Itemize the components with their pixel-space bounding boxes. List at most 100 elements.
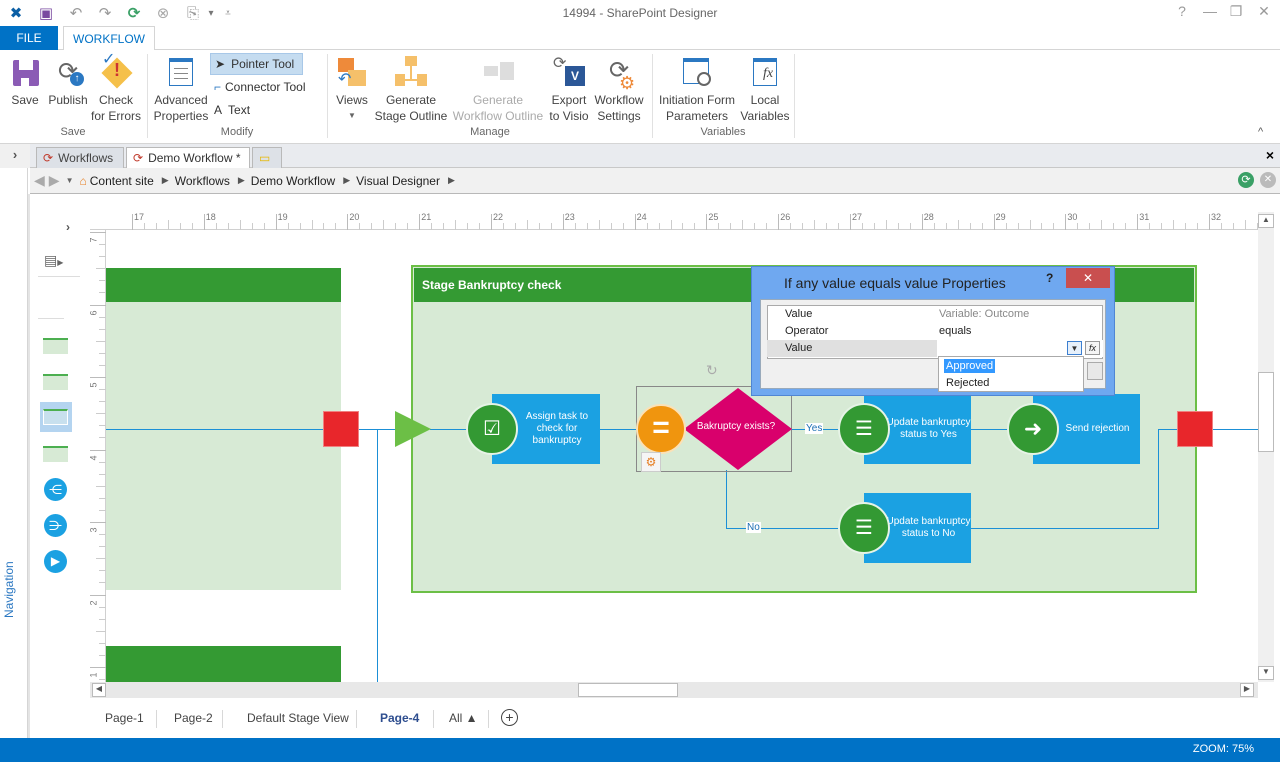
page-tab-all[interactable]: All ▲ <box>449 711 478 725</box>
horizontal-scroll-thumb[interactable] <box>578 683 678 697</box>
stop-icon[interactable]: ✕ <box>1260 172 1276 188</box>
navigation-label[interactable]: Navigation <box>2 548 16 618</box>
property-row-selected[interactable]: Value ▼ fx <box>767 340 1103 357</box>
breadcrumb-separator[interactable]: ▶ <box>238 175 245 186</box>
ruler-label: 31 <box>1139 212 1150 222</box>
new-tab-button[interactable]: ▭ <box>252 147 282 168</box>
shapes-menu-icon[interactable]: ▤▶ <box>44 252 63 269</box>
horizontal-scrollbar[interactable]: ◀ ▶ <box>90 682 1258 698</box>
minimize-button[interactable]: — <box>1198 3 1222 21</box>
task-icon[interactable]: ☑ <box>466 403 518 455</box>
stage-end-shape[interactable] <box>323 411 359 447</box>
scroll-left-button[interactable]: ◀ <box>92 683 106 697</box>
save-button[interactable]: Save <box>6 54 44 108</box>
stage-shape[interactable] <box>43 446 68 462</box>
breadcrumb-item[interactable]: Demo Workflow <box>251 174 335 188</box>
doc-tab-demo-workflow[interactable]: ⟳ Demo Workflow * <box>126 147 250 168</box>
previous-stage-header[interactable] <box>106 268 341 302</box>
close-button[interactable]: ✕ <box>1252 3 1276 21</box>
condition-settings-icon[interactable]: ⚙ <box>641 452 661 472</box>
navigation-pane[interactable]: Navigation <box>0 168 28 738</box>
pointer-tool-button[interactable]: ➤ Pointer Tool <box>210 53 303 75</box>
check-for-errors-button[interactable]: ! ✓ Check for Errors <box>90 52 142 124</box>
breadcrumb-item[interactable]: Visual Designer <box>356 174 440 188</box>
publish-button[interactable]: ⟳ ↑ Publish <box>46 54 90 108</box>
ruler-label: 30 <box>1067 212 1078 222</box>
page-tab-page-1[interactable]: Page-1 <box>105 711 144 725</box>
send-email-icon[interactable]: ➜ <box>1007 403 1059 455</box>
breadcrumb-item[interactable]: ⌂ Content site <box>79 174 153 188</box>
ruler-tick <box>921 214 923 230</box>
text-tool-button[interactable]: A Text <box>210 99 270 121</box>
stage-shape[interactable] <box>43 374 68 390</box>
group-label-modify: Modify <box>220 126 254 138</box>
connector-icon: ⌐ <box>214 80 222 94</box>
scroll-right-button[interactable]: ▶ <box>1240 683 1254 697</box>
forward-button[interactable]: ▶ <box>49 172 60 189</box>
rotate-handle-icon[interactable]: ↻ <box>706 362 718 379</box>
option-rejected[interactable]: Rejected <box>946 376 989 390</box>
dialog-help-button[interactable]: ? <box>1046 271 1053 285</box>
update-list-icon[interactable]: ☰ <box>838 403 890 455</box>
update-list-icon[interactable]: ☰ <box>838 502 890 554</box>
equals-icon[interactable]: = <box>636 404 686 454</box>
back-button[interactable]: ◀ <box>34 172 45 189</box>
stage-end-shape[interactable] <box>1177 411 1213 447</box>
stage-start-shape[interactable] <box>395 411 431 447</box>
connector-tool-button[interactable]: ⌐ Connector Tool <box>210 76 320 98</box>
advanced-properties-button[interactable]: Advanced Properties <box>152 54 210 124</box>
export-to-visio-button[interactable]: V ⟳ Export to Visio <box>546 54 592 124</box>
dialog-close-button[interactable]: ✕ <box>1066 268 1110 288</box>
doc-tab-workflows[interactable]: ⟳ Workflows <box>36 147 124 168</box>
loop-icon[interactable]: ⋺ <box>44 514 67 537</box>
views-button[interactable]: ↶ Views ▼ <box>334 54 370 124</box>
property-row[interactable]: Value Variable: Outcome <box>767 306 1103 323</box>
stage-shape[interactable] <box>43 338 68 354</box>
stage-shape-selected[interactable] <box>40 402 72 432</box>
vertical-scrollbar[interactable]: ▲ ▼ <box>1258 212 1274 682</box>
history-dropdown-icon[interactable]: ▼ <box>66 176 74 185</box>
property-row[interactable]: Operator equals <box>767 323 1103 340</box>
expand-navigation-button[interactable]: › <box>0 144 30 168</box>
generate-workflow-outline-button[interactable]: Generate Workflow Outline <box>450 54 546 124</box>
ruler-minor-tick <box>215 223 217 230</box>
next-stage-header[interactable] <box>106 646 341 682</box>
parallel-block-icon[interactable]: ⋲ <box>44 478 67 501</box>
option-approved[interactable]: Approved <box>944 359 996 373</box>
page-tab-page-4[interactable]: Page-4 <box>380 711 419 725</box>
breadcrumb-item[interactable]: Workflows <box>175 174 230 188</box>
pointer-icon: ➤ <box>215 57 226 71</box>
refresh-icon[interactable]: ⟳ <box>1238 172 1254 188</box>
initiation-form-parameters-button[interactable]: Initiation Form Parameters <box>656 54 738 124</box>
page-tab-default-stage-view[interactable]: Default Stage View <box>247 711 349 725</box>
collapse-ribbon-icon[interactable]: ^ <box>1258 126 1263 138</box>
breadcrumb-separator[interactable]: ▶ <box>448 175 455 186</box>
add-page-button[interactable]: + <box>501 709 518 726</box>
formula-builder-button[interactable]: fx <box>1085 341 1100 355</box>
start-icon[interactable]: ▶ <box>44 550 67 573</box>
scroll-up-button[interactable]: ▲ <box>1258 214 1274 228</box>
page-tab-page-2[interactable]: Page-2 <box>174 711 213 725</box>
dialog-button[interactable] <box>1087 362 1103 380</box>
restore-button[interactable]: ❐ <box>1224 3 1248 21</box>
breadcrumb-separator[interactable]: ▶ <box>162 175 169 186</box>
breadcrumb-separator[interactable]: ▶ <box>343 175 350 186</box>
tab-file[interactable]: FILE <box>0 26 58 50</box>
workflow-settings-button[interactable]: ⟳ ⚙ Workflow Settings <box>592 54 646 124</box>
help-button[interactable]: ? <box>1170 3 1194 21</box>
ruler-label: 28 <box>923 212 934 222</box>
zoom-level[interactable]: ZOOM: 75% <box>1193 743 1254 755</box>
ruler-minor-tick <box>586 223 588 230</box>
generate-stage-outline-button[interactable]: Generate Stage Outline <box>372 54 450 124</box>
vertical-scroll-thumb[interactable] <box>1258 372 1274 452</box>
local-variables-button[interactable]: fx Local Variables <box>740 54 790 124</box>
tab-workflow[interactable]: WORKFLOW <box>63 26 155 51</box>
document-tabs: ⟳ Workflows ⟳ Demo Workflow * ▭ × <box>30 144 1280 168</box>
value-dropdown-list[interactable]: Approved Rejected <box>938 356 1084 392</box>
scroll-down-button[interactable]: ▼ <box>1258 666 1274 680</box>
close-tab-button[interactable]: × <box>1266 147 1274 163</box>
value-dropdown-button[interactable]: ▼ <box>1067 341 1082 355</box>
ruler-label: 21 <box>421 212 432 222</box>
divider <box>222 710 223 728</box>
expand-shapes-icon[interactable]: › <box>66 220 70 234</box>
